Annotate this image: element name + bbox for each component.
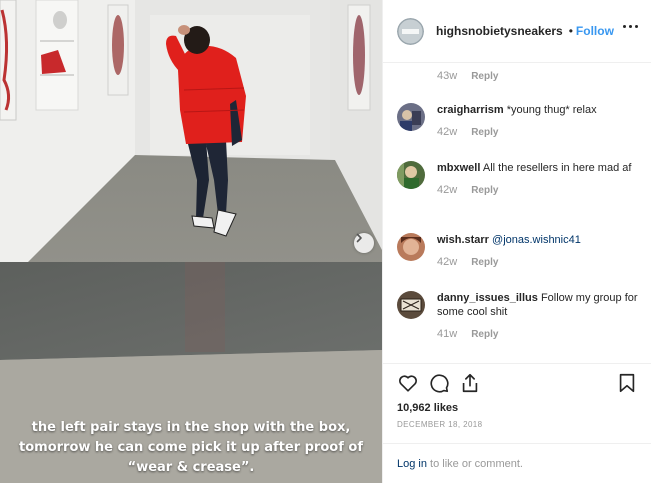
login-prompt-text: to like or comment. [426,457,523,470]
comment-meta: 41w Reply [437,328,642,340]
comments-list[interactable]: 43w Reply craigharrism *young thug* rela… [383,63,651,363]
comment-text: danny_issues_illus Follow my group for s… [437,291,642,319]
comment-time: 43w [437,70,458,82]
caption-line: “wear & crease”. [127,460,255,475]
action-icons [397,372,638,396]
reply-button[interactable]: Reply [471,257,498,268]
video-caption: the left pair stays in the shop with the… [14,418,368,478]
login-bar: Log in to like or comment. [383,443,651,483]
comment-meta: 42w Reply [437,256,642,268]
comment-username[interactable]: danny_issues_illus [437,292,538,304]
post-author-username[interactable]: highsnobietysneakers [436,24,563,38]
comment-message: All the resellers in here mad af [482,162,632,174]
user-avatar-icon [397,161,425,189]
user-avatar-icon [397,291,425,319]
comment-body: danny_issues_illus Follow my group for s… [437,291,642,340]
reply-button[interactable]: Reply [471,329,498,340]
comment-body: mbxwell All the resellers in here mad af… [437,161,642,196]
comment-message: *young thug* relax [506,104,597,116]
comment-mention-link[interactable]: @jonas.wishnic41 [492,234,581,246]
comment-time: 41w [437,328,458,340]
post-sidebar: highsnobietysneakers • Follow 43w Reply [382,0,651,483]
caption-line: tomorrow he can come pick it up after pr… [19,440,363,455]
video-frame [0,0,382,483]
comment-meta: 42w Reply [437,184,642,196]
heart-icon[interactable] [397,372,419,394]
post-video[interactable]: the left pair stays in the shop with the… [0,0,382,483]
login-link[interactable]: Log in [397,458,427,470]
comment-text: mbxwell All the resellers in here mad af [437,161,642,175]
comment-item: craigharrism *young thug* relax 42w Repl… [397,103,642,138]
reply-button[interactable]: Reply [471,127,498,138]
follow-button[interactable]: Follow [576,24,614,38]
comment-meta: 42w Reply [437,126,642,138]
comment-item: danny_issues_illus Follow my group for s… [397,291,642,340]
comment-time: 42w [437,184,458,196]
separator-dot: • [568,24,573,38]
comment-username[interactable]: wish.starr [437,234,489,246]
likes-count[interactable]: 10,962 likes [397,402,458,414]
comment-text: wish.starr @jonas.wishnic41 [437,233,642,247]
comment-text: craigharrism *young thug* relax [437,103,642,117]
comment-body: craigharrism *young thug* relax 42w Repl… [437,103,642,138]
next-media-button[interactable] [354,233,374,253]
reply-button[interactable]: Reply [471,185,498,196]
comment-item: wish.starr @jonas.wishnic41 42w Reply [397,233,642,268]
reply-button[interactable]: Reply [471,71,498,82]
avatar[interactable] [397,161,425,189]
comment-time: 42w [437,256,458,268]
avatar[interactable] [397,291,425,319]
comment-body: wish.starr @jonas.wishnic41 42w Reply [437,233,642,268]
comment-item: mbxwell All the resellers in here mad af… [397,161,642,196]
highsnobiety-logo-icon [397,17,424,45]
user-avatar-icon [397,233,425,261]
caption-line: the left pair stays in the shop with the… [31,420,351,435]
post-date: DECEMBER 18, 2018 [397,420,483,429]
bookmark-icon[interactable] [616,372,638,394]
post-header: highsnobietysneakers • Follow [383,0,651,63]
comment-time: 42w [437,126,458,138]
comment-username[interactable]: mbxwell [437,162,480,174]
avatar[interactable] [397,17,424,45]
comment-meta: 43w Reply [437,70,498,82]
comment-username[interactable]: craigharrism [437,104,504,116]
avatar[interactable] [397,103,425,131]
post-actions: 10,962 likes DECEMBER 18, 2018 [383,363,651,443]
comment-icon[interactable] [428,372,450,394]
more-options-icon[interactable] [623,25,638,28]
share-icon[interactable] [459,372,481,394]
avatar[interactable] [397,233,425,261]
chevron-right-icon [356,233,362,243]
user-avatar-icon [397,103,425,131]
instagram-post-dialog: the left pair stays in the shop with the… [0,0,651,483]
